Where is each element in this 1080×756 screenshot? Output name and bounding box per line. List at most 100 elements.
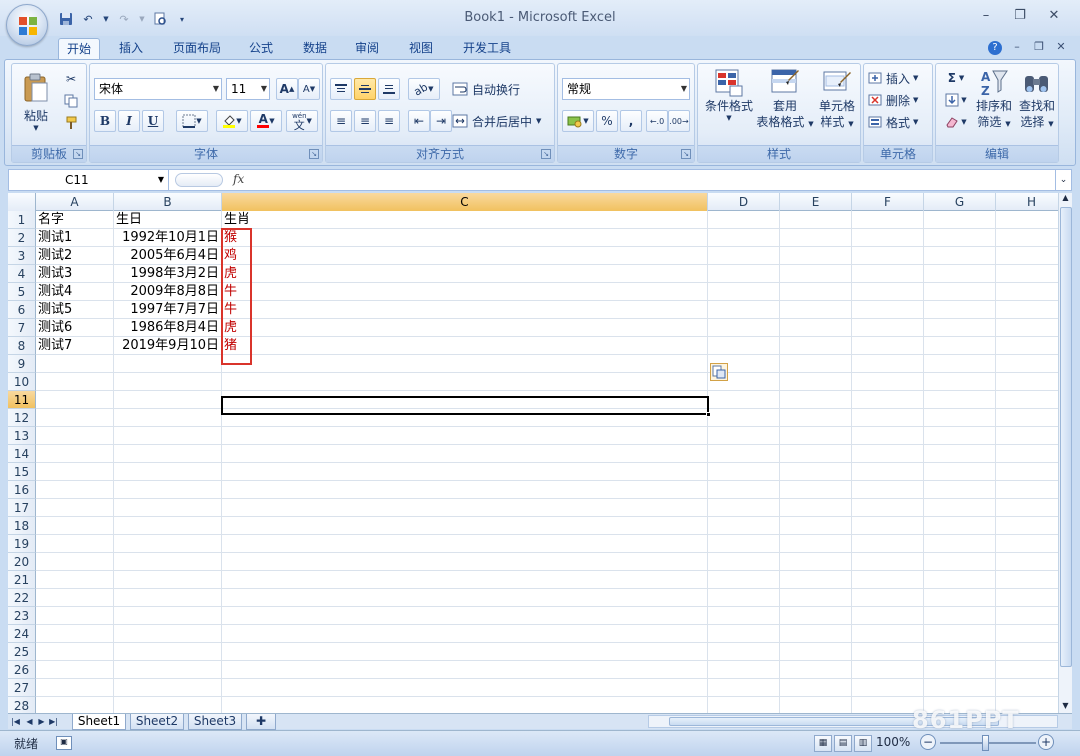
row-header[interactable]: 22 xyxy=(8,589,36,607)
normal-view-button[interactable]: ▦ xyxy=(814,735,832,752)
cell-d8[interactable] xyxy=(708,337,780,355)
cell-c3[interactable]: 鸡 xyxy=(222,247,708,265)
cell-c14[interactable] xyxy=(222,445,708,463)
row-header[interactable]: 17 xyxy=(8,499,36,517)
cell-f9[interactable] xyxy=(852,355,924,373)
cell-h21[interactable] xyxy=(996,571,1058,589)
align-right-button[interactable]: ≡ xyxy=(378,110,400,132)
row-header[interactable]: 2 xyxy=(8,229,36,247)
cell-b23[interactable] xyxy=(114,607,222,625)
decrease-decimal-button[interactable]: .00→ xyxy=(668,110,690,132)
font-color-button[interactable]: A ▼ xyxy=(250,110,282,132)
select-all-corner[interactable] xyxy=(8,193,36,211)
format-as-table-button[interactable]: 套用 表格格式 ▼ xyxy=(756,68,814,138)
insert-sheet-icon[interactable]: ✚ xyxy=(246,714,276,730)
cell-d27[interactable] xyxy=(708,679,780,697)
cell-a15[interactable] xyxy=(36,463,114,481)
cell-h26[interactable] xyxy=(996,661,1058,679)
row-header[interactable]: 16 xyxy=(8,481,36,499)
cell-a4[interactable]: 测试3 xyxy=(36,265,114,283)
cell-g3[interactable] xyxy=(924,247,996,265)
tab-insert[interactable]: 插入 xyxy=(110,38,152,60)
zoom-level[interactable]: 100% xyxy=(876,735,910,749)
tab-home[interactable]: 开始 xyxy=(58,38,100,60)
cell-c23[interactable] xyxy=(222,607,708,625)
cell-e4[interactable] xyxy=(780,265,852,283)
cell-g4[interactable] xyxy=(924,265,996,283)
macro-record-icon[interactable]: ▣ xyxy=(56,736,72,750)
cell-a14[interactable] xyxy=(36,445,114,463)
cell-h1[interactable] xyxy=(996,211,1058,229)
bold-button[interactable]: B xyxy=(94,110,116,132)
cell-d11[interactable] xyxy=(708,391,780,409)
cell-h18[interactable] xyxy=(996,517,1058,535)
cell-b6[interactable]: 1997年7月7日 xyxy=(114,301,222,319)
cell-d1[interactable] xyxy=(708,211,780,229)
cell-g15[interactable] xyxy=(924,463,996,481)
cell-d22[interactable] xyxy=(708,589,780,607)
orientation-button[interactable]: ab ▼ xyxy=(408,78,440,100)
tab-formulas[interactable]: 公式 xyxy=(240,38,282,60)
cell-f4[interactable] xyxy=(852,265,924,283)
row-header[interactable]: 13 xyxy=(8,427,36,445)
cell-e10[interactable] xyxy=(780,373,852,391)
cell-e27[interactable] xyxy=(780,679,852,697)
cell-c22[interactable] xyxy=(222,589,708,607)
cell-b13[interactable] xyxy=(114,427,222,445)
cell-d13[interactable] xyxy=(708,427,780,445)
cell-b4[interactable]: 1998年3月2日 xyxy=(114,265,222,283)
tab-view[interactable]: 视图 xyxy=(400,38,442,60)
format-painter-icon[interactable] xyxy=(62,114,80,132)
number-format-select[interactable]: 常规 ▼ xyxy=(562,78,690,100)
cell-a25[interactable] xyxy=(36,643,114,661)
conditional-format-button[interactable]: 条件格式 ▼ xyxy=(704,68,754,138)
cell-a24[interactable] xyxy=(36,625,114,643)
cell-c8[interactable]: 猪 xyxy=(222,337,708,355)
percent-button[interactable]: % xyxy=(596,110,618,132)
cell-b2[interactable]: 1992年10月1日 xyxy=(114,229,222,247)
cell-g2[interactable] xyxy=(924,229,996,247)
italic-button[interactable]: I xyxy=(118,110,140,132)
cell-h5[interactable] xyxy=(996,283,1058,301)
cell-a22[interactable] xyxy=(36,589,114,607)
cell-g1[interactable] xyxy=(924,211,996,229)
cell-h2[interactable] xyxy=(996,229,1058,247)
cell-g17[interactable] xyxy=(924,499,996,517)
help-icon[interactable]: ? xyxy=(986,40,1004,56)
cell-h11[interactable] xyxy=(996,391,1058,409)
column-header-g[interactable]: G xyxy=(924,193,996,211)
row-header[interactable]: 5 xyxy=(8,283,36,301)
cell-h6[interactable] xyxy=(996,301,1058,319)
cell-a26[interactable] xyxy=(36,661,114,679)
vertical-scroll-thumb[interactable] xyxy=(1060,207,1072,667)
cell-f16[interactable] xyxy=(852,481,924,499)
merge-center-button[interactable]: 合并后居中 ▼ xyxy=(452,110,552,132)
align-bottom-button[interactable] xyxy=(378,78,400,100)
row-header[interactable]: 1 xyxy=(8,211,36,229)
cell-c19[interactable] xyxy=(222,535,708,553)
cell-g10[interactable] xyxy=(924,373,996,391)
cell-a5[interactable]: 测试4 xyxy=(36,283,114,301)
row-header[interactable]: 11 xyxy=(8,391,36,409)
cell-e24[interactable] xyxy=(780,625,852,643)
cell-d26[interactable] xyxy=(708,661,780,679)
cell-c21[interactable] xyxy=(222,571,708,589)
cell-b9[interactable] xyxy=(114,355,222,373)
row-header[interactable]: 24 xyxy=(8,625,36,643)
cell-e25[interactable] xyxy=(780,643,852,661)
insert-cells-button[interactable]: 插入 ▼ xyxy=(868,69,930,87)
cell-e13[interactable] xyxy=(780,427,852,445)
cell-c16[interactable] xyxy=(222,481,708,499)
cell-d16[interactable] xyxy=(708,481,780,499)
cell-f1[interactable] xyxy=(852,211,924,229)
cell-f26[interactable] xyxy=(852,661,924,679)
cell-b8[interactable]: 2019年9月10日 xyxy=(114,337,222,355)
column-header-a[interactable]: A xyxy=(36,193,114,211)
cell-c6[interactable]: 牛 xyxy=(222,301,708,319)
tab-review[interactable]: 审阅 xyxy=(346,38,388,60)
cell-h17[interactable] xyxy=(996,499,1058,517)
cell-g27[interactable] xyxy=(924,679,996,697)
shrink-font-button[interactable]: A ▼ xyxy=(298,78,320,100)
cell-e5[interactable] xyxy=(780,283,852,301)
cell-b17[interactable] xyxy=(114,499,222,517)
